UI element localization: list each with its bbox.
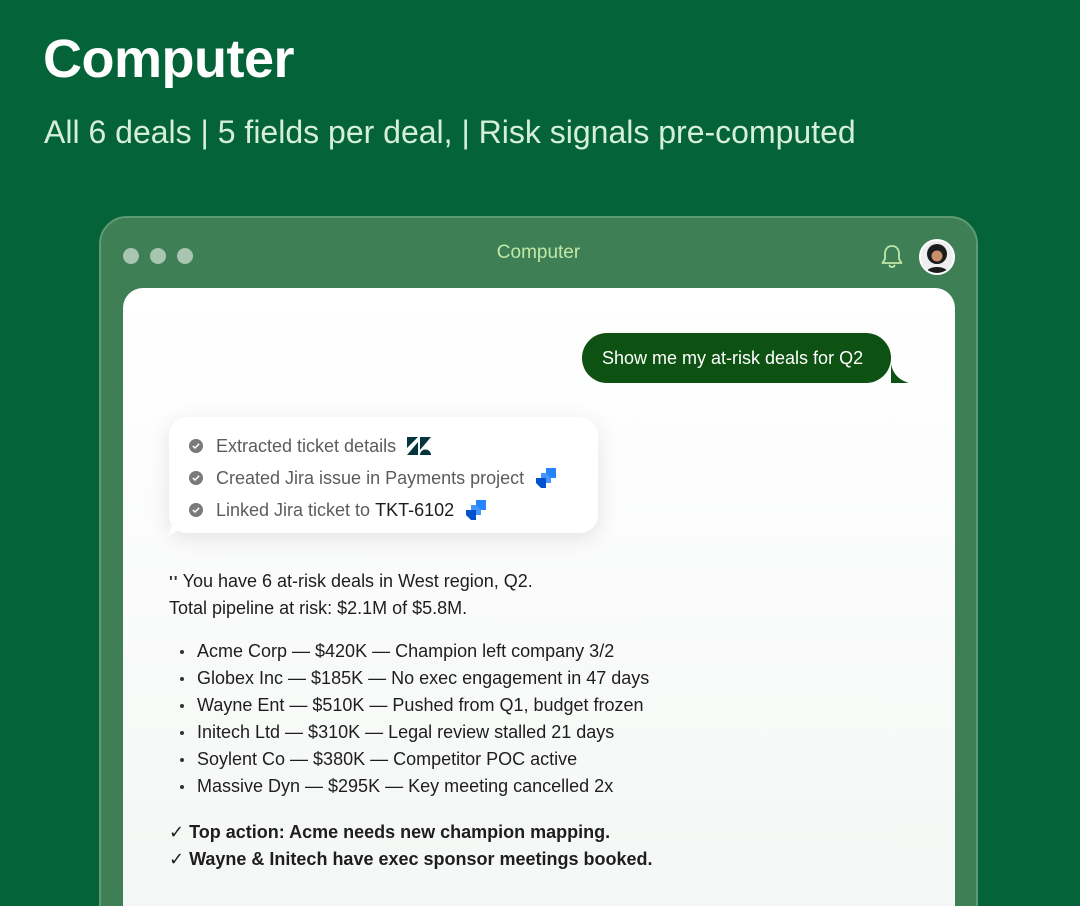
deal-list: Acme Corp — $420K — Champion left compan… — [169, 638, 909, 800]
reply-intro: '' You have 6 at-risk deals in West regio… — [169, 568, 909, 595]
deal-item: Massive Dyn — $295K — Key meeting cancel… — [169, 773, 909, 800]
jira-icon — [464, 498, 488, 522]
ticket-id-link[interactable]: TKT-6102 — [375, 500, 454, 521]
deal-item: Initech Ltd — $310K — Legal review stall… — [169, 719, 909, 746]
action-list: ✓ Top action: Acme needs new champion ma… — [169, 819, 909, 873]
reply-intro-line-1: You have 6 at-risk deals in West region,… — [182, 571, 533, 591]
deal-item: Globex Inc — $185K — No exec engagement … — [169, 665, 909, 692]
chat-panel: Show me my at-risk deals for Q2 Extracte… — [123, 288, 955, 906]
check-icon — [189, 503, 203, 517]
app-window: Computer Show me my at-risk deals for Q2 — [99, 216, 978, 906]
page: Computer All 6 deals | 5 fields per deal… — [0, 0, 1080, 906]
assistant-reply: '' You have 6 at-risk deals in West regio… — [169, 568, 909, 873]
hero-title: Computer — [43, 29, 295, 89]
tool-step-label: Extracted ticket details — [216, 435, 397, 456]
action-item: ✓ Top action: Acme needs new champion ma… — [169, 822, 611, 842]
bubble-tail — [891, 364, 909, 383]
tool-steps-card: Extracted ticket details Created Jira is… — [169, 417, 598, 533]
deal-item: Acme Corp — $420K — Champion left compan… — [169, 638, 909, 665]
tool-step: Linked Jira ticket to TKT-6102 — [189, 494, 598, 526]
tool-step-label: Created Jira issue in Payments project — [216, 467, 525, 488]
bell-icon[interactable] — [877, 242, 907, 272]
card-tail — [167, 521, 182, 537]
jira-icon — [534, 466, 558, 490]
user-message-bubble: Show me my at-risk deals for Q2 — [582, 333, 892, 383]
quote-mark: '' — [169, 574, 179, 591]
deal-item: Wayne Ent — $510K — Pushed from Q1, budg… — [169, 692, 909, 719]
window-title: Computer — [496, 242, 581, 263]
deal-item: Soylent Co — $380K — Competitor POC acti… — [169, 746, 909, 773]
reply-intro-line-2: Total pipeline at risk: $2.1M of $5.8M. — [169, 598, 468, 618]
tool-step-label: Linked Jira ticket to — [216, 499, 371, 520]
tool-step: Created Jira issue in Payments project — [189, 462, 598, 494]
tool-step: Extracted ticket details — [189, 430, 598, 462]
action-item: ✓ Wayne & Initech have exec sponsor meet… — [169, 849, 653, 869]
check-icon — [189, 439, 203, 453]
avatar[interactable] — [919, 239, 955, 275]
hero-subtitle: All 6 deals | 5 fields per deal, | Risk … — [44, 114, 856, 150]
zendesk-icon — [406, 436, 432, 456]
check-icon — [189, 471, 203, 485]
user-avatar-icon — [921, 241, 953, 273]
